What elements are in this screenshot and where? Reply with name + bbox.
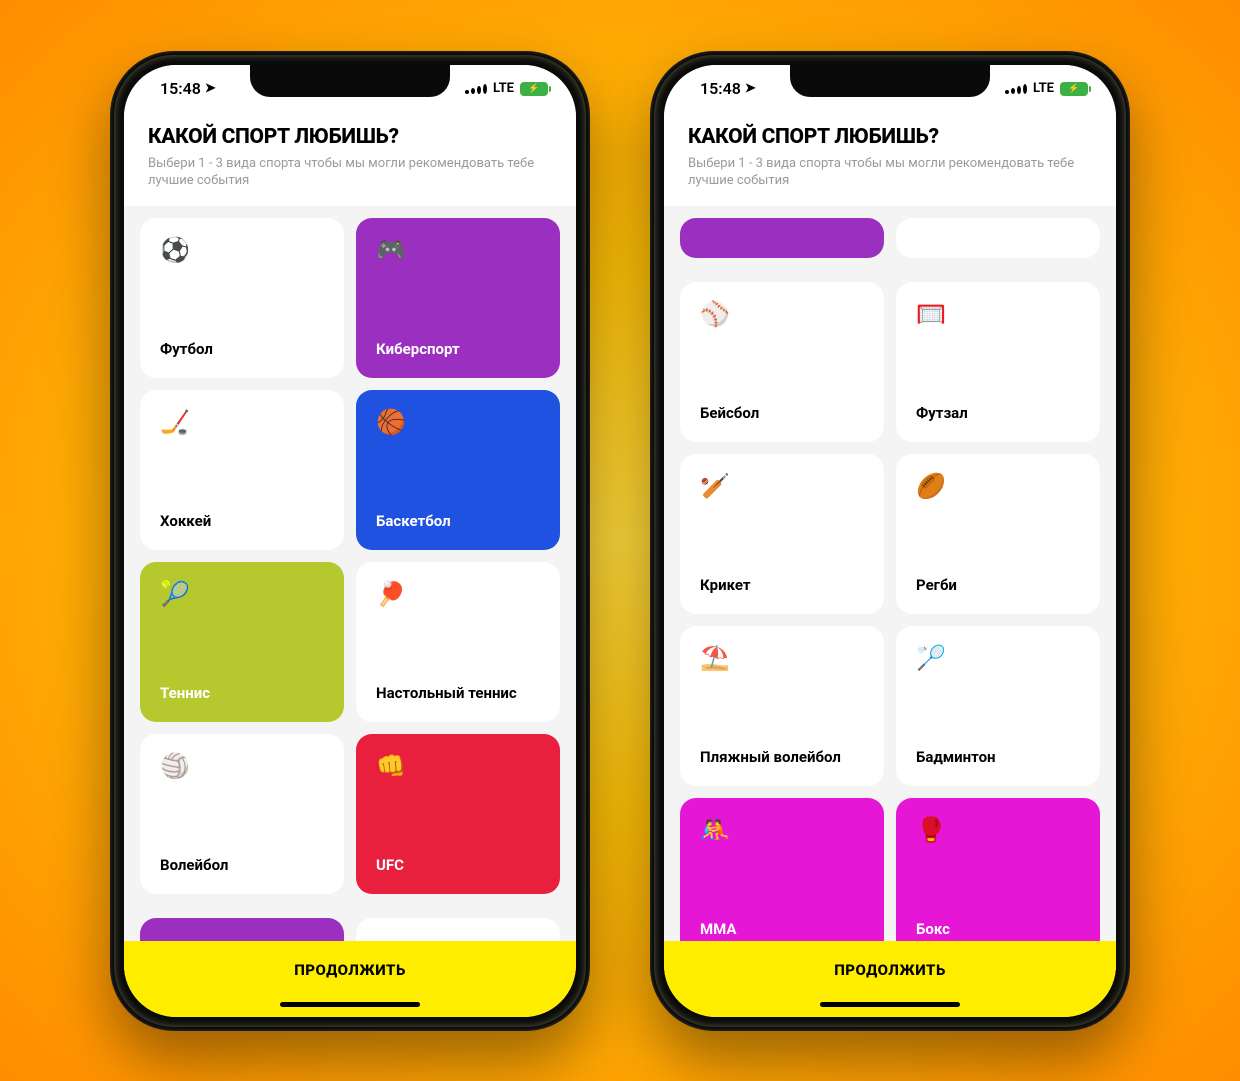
sport-label: Теннис: [160, 684, 324, 702]
continue-label: ПРОДОЛЖИТЬ: [294, 961, 406, 979]
sport-card[interactable]: 🏏 Крикет: [680, 454, 884, 614]
sport-card[interactable]: [896, 218, 1100, 258]
sport-icon: 🎾: [160, 582, 324, 606]
sport-icon: 🏒: [160, 410, 324, 434]
sport-card[interactable]: 🏓 Настольный теннис: [356, 562, 560, 722]
device-notch: [790, 65, 990, 97]
location-icon: ➤: [745, 81, 756, 96]
home-indicator: [820, 1002, 960, 1007]
sport-label: Волейбол: [160, 856, 324, 874]
sport-icon: 🏐: [160, 754, 324, 778]
sport-card[interactable]: 🥅 Футзал: [896, 282, 1100, 442]
sport-card[interactable]: ⚽ Футбол: [140, 218, 344, 378]
sport-card[interactable]: [140, 918, 344, 941]
sport-scroll-area[interactable]: ⚽ Футбол 🎮 Киберспорт 🏒 Хоккей 🏀 Баскетбол 🎾 Тенн…: [124, 206, 576, 941]
sport-card[interactable]: [356, 918, 560, 941]
sport-card[interactable]: 🏸 Бадминтон: [896, 626, 1100, 786]
status-time: 15:48: [700, 79, 741, 98]
network-label: LTE: [493, 81, 514, 96]
sport-icon: ⚾: [700, 302, 864, 326]
sport-label: UFC: [376, 856, 540, 874]
sport-icon: 🥊: [916, 818, 1080, 842]
sport-label: Бадминтон: [916, 748, 1080, 766]
continue-label: ПРОДОЛЖИТЬ: [834, 961, 946, 979]
sport-label: Бейсбол: [700, 404, 864, 422]
status-time: 15:48: [160, 79, 201, 98]
sport-label: Регби: [916, 576, 1080, 594]
page-subtitle: Выбери 1 - 3 вида спорта чтобы мы могли …: [148, 155, 552, 190]
sport-card[interactable]: ⛱️ Пляжный волейбол: [680, 626, 884, 786]
sport-label: Настольный теннис: [376, 684, 540, 702]
page-title: КАКОЙ СПОРТ ЛЮБИШЬ?: [148, 125, 552, 149]
device-notch: [250, 65, 450, 97]
home-indicator: [280, 1002, 420, 1007]
sport-label: Баскетбол: [376, 512, 540, 530]
sport-icon: 🏉: [916, 474, 1080, 498]
sport-scroll-area[interactable]: ⚾ Бейсбол 🥅 Футзал 🏏 Крикет 🏉 Регби ⛱️ Пляжный во…: [664, 206, 1116, 941]
sport-label: Бокс: [916, 920, 1080, 938]
location-icon: ➤: [205, 81, 216, 96]
sport-icon: 👊: [376, 754, 540, 778]
signal-icon: [1005, 84, 1027, 94]
battery-icon: ⚡: [520, 82, 548, 96]
sport-card[interactable]: 🏉 Регби: [896, 454, 1100, 614]
sport-icon: 🎮: [376, 238, 540, 262]
sport-label: Футбол: [160, 340, 324, 358]
network-label: LTE: [1033, 81, 1054, 96]
sport-icon: 🏏: [700, 474, 864, 498]
sport-label: Футзал: [916, 404, 1080, 422]
page-title: КАКОЙ СПОРТ ЛЮБИШЬ?: [688, 125, 1092, 149]
phone-mockup-left: 15:48 ➤ LTE ⚡ КАКОЙ СПОРТ ЛЮБИШЬ? Выбери…: [110, 51, 590, 1031]
sport-card[interactable]: 🏐 Волейбол: [140, 734, 344, 894]
phone-mockup-right: 15:48 ➤ LTE ⚡ КАКОЙ СПОРТ ЛЮБИШЬ? Выбери…: [650, 51, 1130, 1031]
sport-icon: 🏸: [916, 646, 1080, 670]
sport-icon: 🥅: [916, 302, 1080, 326]
sport-icon: 🤼: [700, 818, 864, 842]
sport-card[interactable]: 🤼 MMA: [680, 798, 884, 941]
page-header: КАКОЙ СПОРТ ЛЮБИШЬ? Выбери 1 - 3 вида сп…: [664, 113, 1116, 206]
sport-card[interactable]: 🏒 Хоккей: [140, 390, 344, 550]
page-header: КАКОЙ СПОРТ ЛЮБИШЬ? Выбери 1 - 3 вида сп…: [124, 113, 576, 206]
sport-card[interactable]: [680, 218, 884, 258]
sport-label: MMA: [700, 920, 864, 938]
sport-card[interactable]: 🎾 Теннис: [140, 562, 344, 722]
sport-icon: 🏓: [376, 582, 540, 606]
battery-icon: ⚡: [1060, 82, 1088, 96]
sport-label: Киберспорт: [376, 340, 540, 358]
sport-card[interactable]: ⚾ Бейсбол: [680, 282, 884, 442]
page-subtitle: Выбери 1 - 3 вида спорта чтобы мы могли …: [688, 155, 1092, 190]
sport-icon: ⚽: [160, 238, 324, 262]
sport-card[interactable]: 🥊 Бокс: [896, 798, 1100, 941]
sport-card[interactable]: 🎮 Киберспорт: [356, 218, 560, 378]
sport-label: Крикет: [700, 576, 864, 594]
sport-label: Хоккей: [160, 512, 324, 530]
sport-label: Пляжный волейбол: [700, 748, 864, 766]
sport-icon: ⛱️: [700, 646, 864, 670]
sport-card[interactable]: 👊 UFC: [356, 734, 560, 894]
signal-icon: [465, 84, 487, 94]
sport-card[interactable]: 🏀 Баскетбол: [356, 390, 560, 550]
sport-icon: 🏀: [376, 410, 540, 434]
